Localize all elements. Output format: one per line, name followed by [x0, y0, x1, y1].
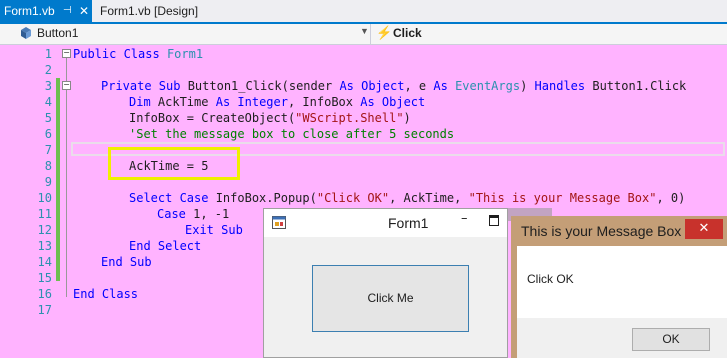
code-text: ) [403, 111, 411, 125]
message-text: Click OK [527, 272, 574, 286]
collapse-sub-icon[interactable]: − [62, 81, 71, 90]
maximize-icon[interactable] [489, 215, 499, 226]
code-text: InfoBox.Popup( [208, 191, 317, 205]
code-line: Dim AckTime As Integer, InfoBox As Objec… [129, 95, 425, 109]
keyword: Public Class [73, 47, 160, 61]
object-dropdown[interactable]: Button1 ▼ [0, 24, 371, 44]
line-number: 3 [44, 79, 52, 93]
code-line: Public Class Form1 [73, 47, 203, 61]
line-number: 4 [44, 95, 52, 109]
line-number: 2 [44, 63, 52, 77]
message-box-dialog: This is your Message Box ✕ Click OK OK [511, 216, 727, 358]
code-text: 1, -1 [185, 207, 230, 221]
line-number: 11 [37, 207, 52, 221]
keyword: As Integer [215, 95, 288, 109]
message-box-footer: OK [517, 318, 727, 358]
minimize-icon[interactable]: – [461, 211, 468, 226]
form1-window: Form1 – Click Me [263, 208, 508, 358]
code-line: End Class [73, 287, 139, 301]
change-indicator-bar [56, 78, 60, 281]
cube-icon [21, 27, 31, 39]
class-name: Form1 [166, 47, 204, 61]
line-number: 15 [37, 271, 52, 285]
line-number: 6 [44, 127, 52, 141]
ok-button[interactable]: OK [632, 328, 710, 351]
document-tab-bar: Form1.vb ⊣ ✕ Form1.vb [Design] [0, 0, 727, 24]
keyword: Dim [129, 95, 151, 109]
tab-form1-design[interactable]: Form1.vb [Design] [100, 0, 198, 22]
tab-label: Form1.vb [4, 4, 55, 18]
close-icon[interactable]: ✕ [79, 0, 89, 22]
close-icon[interactable]: ✕ [685, 219, 723, 239]
keyword: Select Case [129, 191, 209, 205]
event-dropdown-label: Click [393, 26, 422, 40]
code-text: , e [404, 79, 434, 93]
type-name: EventArgs [455, 79, 521, 93]
line-number: 1 [44, 47, 52, 61]
line-number: 5 [44, 111, 52, 125]
code-line: Select Case InfoBox.Popup("Click OK", Ac… [129, 191, 685, 205]
line-number: 8 [44, 159, 52, 173]
code-text: Button1.Click [585, 79, 687, 93]
line-number: 13 [37, 239, 52, 253]
line-number: 14 [37, 255, 52, 269]
code-text: , 0) [656, 191, 686, 205]
line-number: 17 [37, 303, 52, 317]
code-text: , InfoBox [287, 95, 361, 109]
message-box-title: This is your Message Box [521, 223, 682, 239]
form1-title: Form1 [388, 215, 429, 231]
code-line: End Sub [101, 255, 152, 269]
chevron-down-icon: ▼ [360, 26, 369, 36]
tab-form1-vb[interactable]: Form1.vb ⊣ ✕ [0, 0, 92, 22]
code-line: InfoBox = CreateObject("WScript.Shell") [129, 111, 411, 125]
lightning-bolt-icon: ⚡ [376, 25, 393, 40]
code-text: , AckTime, [389, 191, 469, 205]
highlight-annotation-box [108, 147, 240, 180]
code-text: ) [520, 79, 535, 93]
line-number: 16 [37, 287, 52, 301]
comment-line: 'Set the message box to close after 5 se… [129, 127, 455, 141]
line-number: 12 [37, 223, 52, 237]
line-number: 9 [44, 175, 52, 189]
string-literal: "Click OK" [316, 191, 390, 205]
form-app-icon [272, 216, 286, 229]
string-literal: "WScript.Shell" [295, 111, 404, 125]
keyword: As Object [360, 95, 426, 109]
message-box-body: Click OK OK [517, 246, 727, 358]
keyword: As [433, 79, 448, 93]
line-number: 10 [37, 191, 52, 205]
tab-label: Form1.vb [Design] [100, 4, 199, 18]
code-line: Case 1, -1 [157, 207, 229, 221]
pin-icon[interactable]: ⊣ [63, 0, 72, 22]
keyword: Private Sub [101, 79, 181, 93]
keyword: As Object [339, 79, 405, 93]
code-line: Exit Sub [185, 223, 243, 237]
string-literal: "This is your Message Box" [468, 191, 657, 205]
navigation-bar: Button1 ▼ ⚡ Click [0, 24, 727, 45]
keyword: Handles [534, 79, 586, 93]
code-line: Private Sub Button1_Click(sender As Obje… [101, 79, 686, 93]
code-text: AckTime [150, 95, 216, 109]
object-dropdown-label: Button1 [37, 26, 79, 40]
form1-title-bar[interactable]: Form1 – [264, 209, 507, 237]
collapse-class-icon[interactable]: − [62, 49, 71, 58]
code-line: End Select [129, 239, 202, 253]
outline-guide [66, 57, 67, 297]
code-text: Button1_Click(sender [180, 79, 340, 93]
click-me-button[interactable]: Click Me [312, 265, 469, 332]
code-text: InfoBox = CreateObject( [129, 111, 296, 125]
line-number: 7 [44, 143, 52, 157]
keyword: Case [157, 207, 186, 221]
